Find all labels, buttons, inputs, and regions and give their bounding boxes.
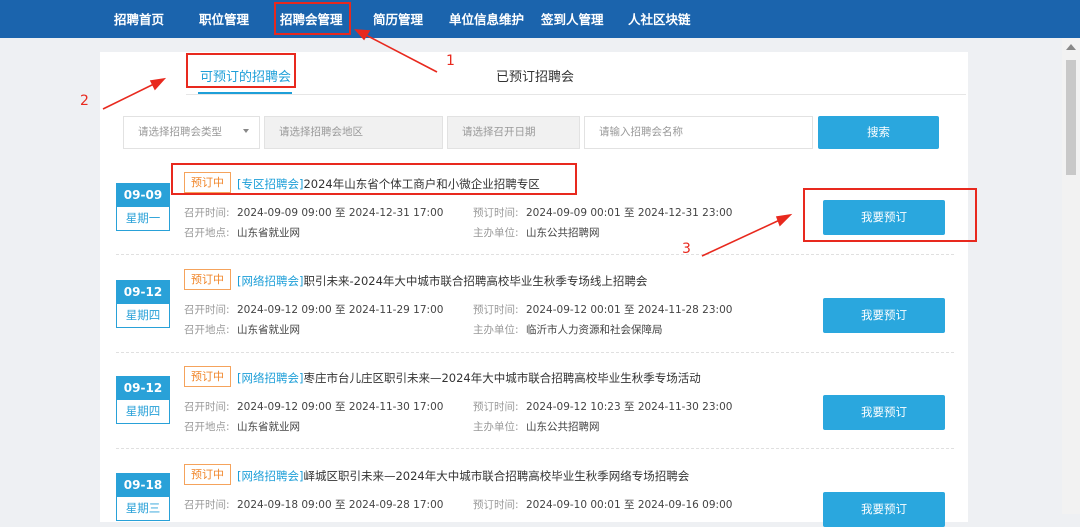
scrollbar-thumb[interactable] — [1066, 60, 1076, 175]
nav-item-resumes[interactable]: 简历管理 — [373, 0, 423, 38]
top-nav-bar: 招聘首页 职位管理 招聘会管理 简历管理 单位信息维护 签到人管理 人社区块链 — [0, 0, 1080, 38]
annotation-box-nav — [274, 2, 351, 35]
hold-time-label: 召开时间: — [184, 499, 230, 511]
fair-name-input[interactable]: 请输入招聘会名称 — [584, 116, 813, 149]
nav-item-signin-people[interactable]: 签到人管理 — [541, 0, 604, 38]
annotation-box-tab — [186, 53, 296, 88]
tab-divider — [186, 94, 966, 95]
hold-time-value: 2024-09-09 09:00 至 2024-12-31 17:00 — [237, 207, 444, 219]
organizer-value: 临沂市人力资源和社会保障局 — [526, 324, 663, 336]
book-time-value: 2024-09-12 00:01 至 2024-11-28 23:00 — [526, 304, 733, 316]
location-label: 召开地点: — [184, 324, 230, 336]
fair-title-link[interactable]: [网络招聘会]职引未来-2024年大中城市联合招聘高校毕业生秋季专场线上招聘会 — [237, 273, 647, 289]
scroll-up-icon[interactable] — [1066, 44, 1076, 50]
status-badge: 预订中 — [184, 464, 231, 485]
row-separator — [116, 352, 954, 353]
fair-title: 职引未来-2024年大中城市联合招聘高校毕业生秋季专场线上招聘会 — [303, 274, 648, 288]
location-value: 山东省就业网 — [237, 227, 300, 239]
book-time-label: 预订时间: — [473, 304, 519, 316]
book-time-label: 预订时间: — [473, 499, 519, 511]
date-box: 09-09 星期一 — [116, 183, 170, 231]
fair-weekday: 星期四 — [117, 400, 169, 423]
organizer-label: 主办单位: — [473, 227, 519, 239]
hold-time-label: 召开时间: — [184, 304, 230, 316]
fair-title-link[interactable]: [网络招聘会]枣庄市台儿庄区职引未来—2024年大中城市联合招聘高校毕业生秋季专… — [237, 370, 701, 386]
fair-date: 09-18 — [117, 474, 169, 497]
book-button[interactable]: 我要预订 — [823, 298, 945, 333]
fair-type-placeholder: 请选择招聘会类型 — [138, 126, 222, 138]
hold-time-value: 2024-09-18 09:00 至 2024-09-28 17:00 — [237, 499, 444, 511]
fair-weekday: 星期一 — [117, 207, 169, 230]
fair-weekday: 星期三 — [117, 497, 169, 520]
fair-date: 09-12 — [117, 281, 169, 304]
nav-item-home[interactable]: 招聘首页 — [114, 0, 164, 38]
step-number-2: 2 — [80, 93, 89, 109]
chevron-down-icon — [243, 129, 249, 133]
hold-time-label: 召开时间: — [184, 401, 230, 413]
location-value: 山东省就业网 — [237, 421, 300, 433]
fair-date: 09-12 — [117, 377, 169, 400]
fair-title-link[interactable]: [网络招聘会]峄城区职引未来—2024年大中城市联合招聘高校毕业生秋季网络专场招… — [237, 468, 689, 484]
search-button[interactable]: 搜索 — [818, 116, 939, 149]
book-button[interactable]: 我要预订 — [823, 395, 945, 430]
nav-item-blockchain[interactable]: 人社区块链 — [628, 0, 691, 38]
location-value: 山东省就业网 — [237, 324, 300, 336]
book-time-value: 2024-09-12 10:23 至 2024-11-30 23:00 — [526, 401, 733, 413]
book-time-label: 预订时间: — [473, 401, 519, 413]
annotation-box-button — [803, 188, 977, 242]
fair-category: [网络招聘会] — [237, 371, 304, 385]
date-box: 09-12 星期四 — [116, 280, 170, 328]
row-separator — [116, 254, 954, 255]
status-badge: 预订中 — [184, 269, 231, 290]
nav-item-jobs[interactable]: 职位管理 — [199, 0, 249, 38]
tab-booked-fairs[interactable]: 已预订招聘会 — [496, 66, 574, 85]
nav-item-company-info[interactable]: 单位信息维护 — [449, 0, 524, 38]
status-badge: 预订中 — [184, 366, 231, 387]
fair-category: [网络招聘会] — [237, 274, 304, 288]
organizer-label: 主办单位: — [473, 421, 519, 433]
fair-title: 枣庄市台儿庄区职引未来—2024年大中城市联合招聘高校毕业生秋季专场活动 — [303, 371, 701, 385]
book-time-value: 2024-09-10 00:01 至 2024-09-16 09:00 — [526, 499, 733, 511]
step-number-3: 3 — [682, 241, 691, 257]
book-time-label: 预订时间: — [473, 207, 519, 219]
fair-region-select[interactable]: 请选择招聘会地区 — [264, 116, 443, 149]
fair-date-picker[interactable]: 请选择召开日期 — [447, 116, 580, 149]
location-label: 召开地点: — [184, 421, 230, 433]
vertical-scrollbar[interactable] — [1062, 38, 1080, 514]
fair-date: 09-09 — [117, 184, 169, 207]
fair-weekday: 星期四 — [117, 304, 169, 327]
date-box: 09-12 星期四 — [116, 376, 170, 424]
book-button[interactable]: 我要预订 — [823, 492, 945, 527]
organizer-label: 主办单位: — [473, 324, 519, 336]
fair-category: [网络招聘会] — [237, 469, 304, 483]
active-tab-underline — [198, 92, 292, 94]
organizer-value: 山东公共招聘网 — [526, 227, 600, 239]
hold-time-value: 2024-09-12 09:00 至 2024-11-30 17:00 — [237, 401, 444, 413]
hold-time-label: 召开时间: — [184, 207, 230, 219]
organizer-value: 山东公共招聘网 — [526, 421, 600, 433]
step-number-1: 1 — [446, 53, 455, 69]
annotation-box-title — [171, 163, 577, 195]
row-separator — [116, 448, 954, 449]
hold-time-value: 2024-09-12 09:00 至 2024-11-29 17:00 — [237, 304, 444, 316]
fair-type-select[interactable]: 请选择招聘会类型 — [123, 116, 260, 149]
location-label: 召开地点: — [184, 227, 230, 239]
book-time-value: 2024-09-09 00:01 至 2024-12-31 23:00 — [526, 207, 733, 219]
fair-title: 峄城区职引未来—2024年大中城市联合招聘高校毕业生秋季网络专场招聘会 — [303, 469, 690, 483]
